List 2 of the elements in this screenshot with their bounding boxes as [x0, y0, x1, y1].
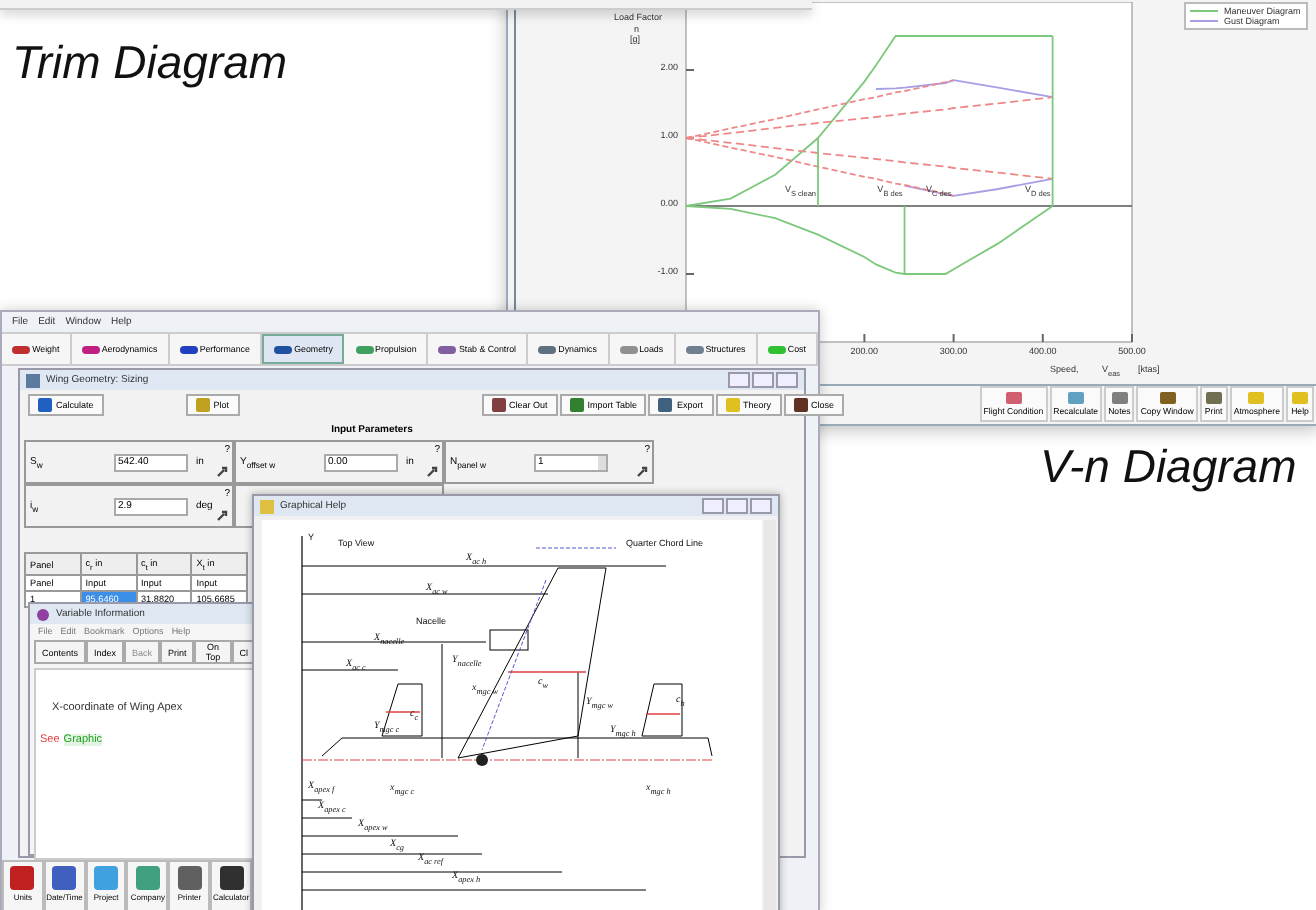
trim-diagram-caption: Trim Diagram — [12, 36, 288, 90]
vn-diagram-caption: V-n Diagram — [1040, 440, 1297, 494]
